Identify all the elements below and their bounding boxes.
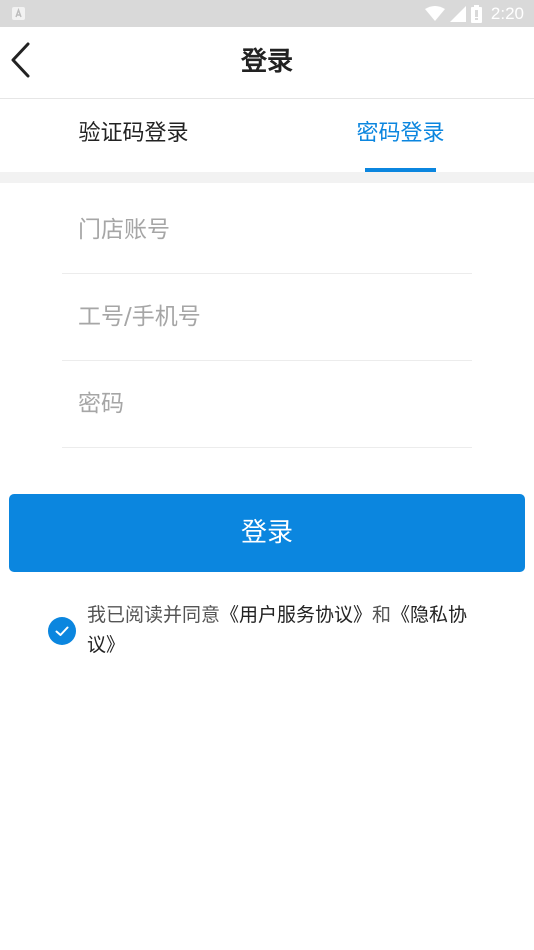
wifi-icon xyxy=(424,5,445,22)
tab-password-login[interactable]: 密码登录 xyxy=(267,99,534,172)
store-account-input[interactable] xyxy=(78,187,458,273)
agreement-checkbox[interactable] xyxy=(48,617,76,645)
login-screen: 2:20 登录 验证码登录 密码登录 登录 xyxy=(0,0,534,950)
password-field xyxy=(62,361,472,448)
status-bar: 2:20 xyxy=(0,0,534,27)
login-button[interactable]: 登录 xyxy=(9,494,525,572)
agreement-prefix: 我已阅读并同意 xyxy=(87,604,221,626)
staff-id-phone-input[interactable] xyxy=(78,274,458,360)
signal-icon xyxy=(449,5,466,22)
tab-sms-login[interactable]: 验证码登录 xyxy=(0,99,267,172)
check-icon xyxy=(48,617,76,645)
login-tabs: 验证码登录 密码登录 xyxy=(0,99,534,172)
agreement-conjunction: 和 xyxy=(372,604,392,626)
nav-header: 登录 xyxy=(0,27,534,99)
page-title: 登录 xyxy=(240,47,293,77)
section-divider xyxy=(0,172,534,183)
battery-icon xyxy=(470,4,482,23)
status-icons: 2:20 xyxy=(424,0,524,27)
user-agreement-link[interactable]: 《用户服务协议》 xyxy=(220,604,372,626)
store-account-field xyxy=(62,187,472,274)
notification-icon xyxy=(12,7,25,20)
staff-id-field xyxy=(62,274,472,361)
password-input[interactable] xyxy=(78,361,458,447)
agreement-text: 我已阅读并同意《用户服务协议》和《隐私协议》 xyxy=(87,600,487,660)
status-time: 2:20 xyxy=(490,4,524,23)
